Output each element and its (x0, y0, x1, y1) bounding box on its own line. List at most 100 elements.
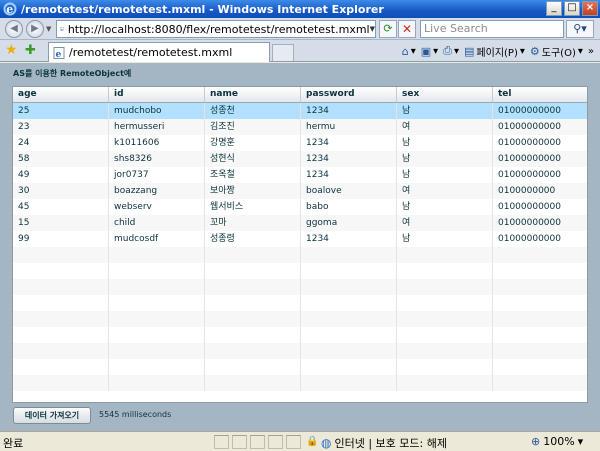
table-cell-id (109, 327, 205, 343)
table-cell-name (205, 295, 301, 311)
table-cell-tel (493, 343, 587, 359)
table-cell-age (13, 343, 109, 359)
table-cell-password: 1234 (301, 103, 397, 119)
table-cell-tel: 01000000000 (498, 106, 561, 116)
column-header-tel[interactable]: tel (493, 87, 587, 102)
status-text: 완료 (3, 437, 24, 450)
table-cell-age: 23 (13, 119, 109, 135)
table-cell-age (13, 327, 109, 343)
elapsed-time: 5545 milliseconds (99, 410, 172, 419)
column-header-age[interactable]: age (13, 87, 109, 102)
home-button[interactable]: ⌂ ▾ (402, 45, 416, 58)
table-row[interactable]: 45 webserv 웹서비스 babo 남 01000000000 (13, 199, 587, 215)
table-cell-sex: 남 (397, 199, 493, 215)
table-cell-id (109, 343, 205, 359)
zoom-level: 100% (543, 435, 575, 448)
page-menu-label: 페이지(P) (476, 47, 518, 59)
table-cell-tel: 01000000000 (498, 138, 561, 148)
table-cell-sex (397, 359, 493, 375)
feeds-button[interactable]: ▣ ▾ (421, 45, 438, 58)
table-cell-age: 15 (13, 215, 109, 231)
status-segment (286, 435, 301, 449)
table-cell-age: 45 (13, 199, 109, 215)
table-cell-tel (493, 327, 587, 343)
search-input[interactable]: Live Search (420, 20, 564, 38)
history-dropdown-icon[interactable]: ▼ (46, 25, 51, 33)
table-row[interactable]: 99 mudcosdf 성종령 1234 남 01000000000 (13, 231, 587, 247)
table-cell-tel: 01000000000 (498, 154, 561, 164)
table-cell-password: hermu (301, 119, 397, 135)
table-cell-id: hermusseri (109, 119, 205, 135)
table-row[interactable]: 25 mudchobo 성종천 1234 남 01000000000 (13, 103, 587, 119)
url-text[interactable]: http://localhost:8080/flex/remotetest/re… (68, 23, 370, 36)
back-button[interactable]: ◀ (5, 20, 23, 38)
security-zone[interactable]: ◍ 인터넷 | 보호 모드: 해제 (321, 435, 447, 451)
column-header-sex[interactable]: sex (397, 87, 493, 102)
table-cell-age: 99 (13, 231, 109, 247)
address-dropdown-icon[interactable]: ▼ (370, 25, 375, 33)
table-row[interactable]: 30 boazzang 보아짱 boalove 여 0100000000 (13, 183, 587, 199)
back-arrow-icon: ◀ (10, 23, 18, 34)
table-row[interactable]: 24 k1011606 강명훈 1234 남 01000000000 (13, 135, 587, 151)
table-cell-tel: 01000000000 (498, 234, 561, 244)
favorites-star-icon[interactable]: ★ (5, 43, 20, 58)
table-row[interactable]: 15 child 꼬마 ggoma 여 01000000000 (13, 215, 587, 231)
table-cell-sex (397, 343, 493, 359)
column-header-password[interactable]: password (301, 87, 397, 102)
table-cell-password (301, 279, 397, 295)
tab-title: /remotetest/remotetest.mxml (69, 46, 233, 59)
stop-button[interactable]: ✕ (398, 20, 416, 38)
table-cell-id (109, 295, 205, 311)
search-button[interactable]: ⚲▾ (566, 20, 594, 38)
table-cell-age (13, 247, 109, 263)
table-cell-sex (397, 311, 493, 327)
maximize-button[interactable]: □ (564, 1, 580, 16)
table-cell-name: 보아짱 (205, 183, 301, 199)
add-favorite-icon[interactable]: ✚ (25, 43, 40, 58)
flex-app: AS를 이용한 RemoteObject예 age id name password s… (0, 63, 600, 431)
table-cell-password: 1234 (301, 151, 397, 167)
zone-text: 인터넷 | 보호 모드: 해제 (334, 437, 447, 450)
column-header-id[interactable]: id (109, 87, 205, 102)
table-cell-name (205, 263, 301, 279)
zoom-control[interactable]: ⊕ 100% ▾ (531, 435, 583, 448)
table-cell-password: 1234 (301, 167, 397, 183)
svg-text:e: e (61, 27, 63, 31)
table-cell-age: 25 (13, 103, 109, 119)
table-cell-password: babo (301, 199, 397, 215)
table-cell-sex (397, 327, 493, 343)
table-cell-tel (493, 359, 587, 375)
table-cell-sex: 여 (397, 215, 493, 231)
page-icon: e (60, 27, 64, 31)
tab-remotetest[interactable]: e /remotetest/remotetest.mxml (48, 42, 270, 62)
address-bar[interactable]: e http://localhost:8080/flex/remotetest/… (56, 20, 376, 38)
more-chevron-icon[interactable]: » (588, 46, 594, 57)
column-header-name[interactable]: name (205, 87, 301, 102)
minimize-button[interactable]: _ (546, 1, 562, 16)
print-button[interactable]: ⎙ ▾ (443, 44, 459, 58)
forward-button[interactable]: ▶ (26, 20, 44, 38)
data-grid[interactable]: age id name password sex tel 25 mudchobo 성종천 123… (12, 86, 588, 403)
table-cell-name (205, 311, 301, 327)
table-row[interactable]: 49 jor0737 조옥철 1234 남 01000000000 (13, 167, 587, 183)
new-tab-button[interactable] (272, 44, 294, 61)
status-bar: 완료 🔒 ◍ 인터넷 | 보호 모드: 해제 ⊕ 100% ▾ (0, 431, 600, 451)
table-cell-age: 49 (13, 167, 109, 183)
page-menu[interactable]: ▤ 페이지(P) ▾ (464, 44, 525, 59)
refresh-button[interactable]: ⟳ (379, 20, 397, 38)
table-cell-sex (397, 279, 493, 295)
table-cell-tel (493, 263, 587, 279)
fetch-data-button[interactable]: 데이터 가져오기 (13, 407, 91, 424)
table-cell-password: ggoma (301, 215, 397, 231)
close-button[interactable]: × (582, 1, 598, 16)
tools-menu[interactable]: ⚙ 도구(O) ▾ (530, 44, 583, 59)
table-cell-password: 1234 (301, 231, 397, 247)
status-segment (268, 435, 283, 449)
table-cell-sex (397, 375, 493, 391)
table-row[interactable]: 23 hermusseri 김조진 hermu 여 01000000000 (13, 119, 587, 135)
table-row[interactable]: 58 shs8326 성현식 1234 남 01000000000 (13, 151, 587, 167)
status-segment (250, 435, 265, 449)
page-menu-icon: ▤ (464, 44, 475, 58)
empty-row (13, 247, 587, 263)
table-cell-name (205, 247, 301, 263)
